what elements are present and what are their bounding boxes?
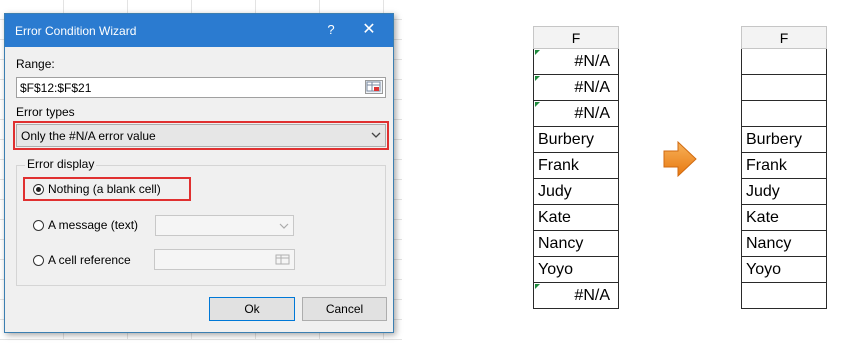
cell-value: Judy bbox=[746, 183, 780, 200]
message-option-label[interactable]: A message (text) bbox=[48, 218, 138, 232]
help-button[interactable]: ? bbox=[323, 20, 339, 40]
error-types-label: Error types bbox=[16, 105, 75, 119]
sheet-cell[interactable]: #N/A bbox=[533, 75, 619, 101]
sheet-cell[interactable]: Frank bbox=[533, 153, 619, 179]
range-select-icon[interactable] bbox=[365, 80, 383, 94]
sheet-cell[interactable] bbox=[741, 283, 827, 309]
cell-value: Judy bbox=[538, 183, 572, 200]
sheet-cell[interactable]: Burbery bbox=[533, 127, 619, 153]
cell-value: #N/A bbox=[574, 53, 610, 70]
cell-reference-input bbox=[154, 249, 295, 270]
cell-value: Kate bbox=[538, 209, 571, 226]
sheet-cell[interactable]: Frank bbox=[741, 153, 827, 179]
close-button[interactable]: ✕ bbox=[355, 19, 383, 41]
sheet-cell[interactable] bbox=[741, 49, 827, 75]
cell-value: Frank bbox=[538, 157, 579, 174]
cell-value: Nancy bbox=[746, 235, 792, 252]
cell-value: Frank bbox=[746, 157, 787, 174]
sheet-cell[interactable]: #N/A bbox=[533, 49, 619, 75]
sheet-cell[interactable]: #N/A bbox=[533, 283, 619, 309]
error-indicator-icon bbox=[535, 76, 540, 81]
sheet-cell[interactable]: Yoyo bbox=[533, 257, 619, 283]
error-indicator-icon bbox=[535, 284, 540, 289]
right-arrow-icon bbox=[663, 140, 697, 178]
error-indicator-icon bbox=[535, 102, 540, 107]
error-indicator-icon bbox=[535, 50, 540, 55]
column-header[interactable]: F bbox=[741, 26, 827, 49]
chevron-down-icon bbox=[279, 219, 289, 236]
error-condition-wizard-dialog: Error Condition Wizard ? ✕ Range: $F$12:… bbox=[4, 13, 394, 333]
nothing-option-highlight bbox=[23, 177, 191, 201]
sheet-cell[interactable]: #N/A bbox=[533, 101, 619, 127]
sheet-cell[interactable]: Judy bbox=[741, 179, 827, 205]
sheet-cell[interactable]: Nancy bbox=[533, 231, 619, 257]
title-bar: Error Condition Wizard ? ✕ bbox=[5, 14, 393, 47]
range-input[interactable]: $F$12:$F$21 bbox=[16, 77, 386, 98]
message-dropdown bbox=[155, 215, 294, 236]
cell-reference-option-label[interactable]: A cell reference bbox=[48, 253, 131, 267]
message-radio[interactable] bbox=[33, 220, 44, 231]
sheet-cell[interactable]: Nancy bbox=[741, 231, 827, 257]
sheet-cell[interactable]: Burbery bbox=[741, 127, 827, 153]
range-value: $F$12:$F$21 bbox=[20, 81, 92, 95]
cell-value: #N/A bbox=[574, 287, 610, 304]
cell-value: Burbery bbox=[538, 131, 595, 148]
cell-value: Yoyo bbox=[538, 261, 573, 278]
sheet-cell[interactable]: Kate bbox=[533, 205, 619, 231]
cancel-button[interactable]: Cancel bbox=[302, 297, 387, 321]
cell-reference-radio[interactable] bbox=[33, 255, 44, 266]
cell-value: #N/A bbox=[574, 105, 610, 122]
ok-button[interactable]: Ok bbox=[209, 297, 295, 321]
error-display-label: Error display bbox=[25, 157, 97, 171]
sheet-cell[interactable]: Kate bbox=[741, 205, 827, 231]
cell-value: Yoyo bbox=[746, 261, 781, 278]
error-types-highlight bbox=[13, 121, 389, 150]
range-label: Range: bbox=[16, 57, 55, 71]
column-header[interactable]: F bbox=[533, 26, 619, 49]
cell-value: Kate bbox=[746, 209, 779, 226]
range-select-icon bbox=[275, 253, 291, 271]
sheet-cell[interactable]: Yoyo bbox=[741, 257, 827, 283]
cell-value: Nancy bbox=[538, 235, 584, 252]
sheet-cell[interactable] bbox=[741, 101, 827, 127]
sheet-cell[interactable]: Judy bbox=[533, 179, 619, 205]
cell-value: #N/A bbox=[574, 79, 610, 96]
cell-value: Burbery bbox=[746, 131, 803, 148]
dialog-title: Error Condition Wizard bbox=[15, 24, 137, 38]
sheet-cell[interactable] bbox=[741, 75, 827, 101]
